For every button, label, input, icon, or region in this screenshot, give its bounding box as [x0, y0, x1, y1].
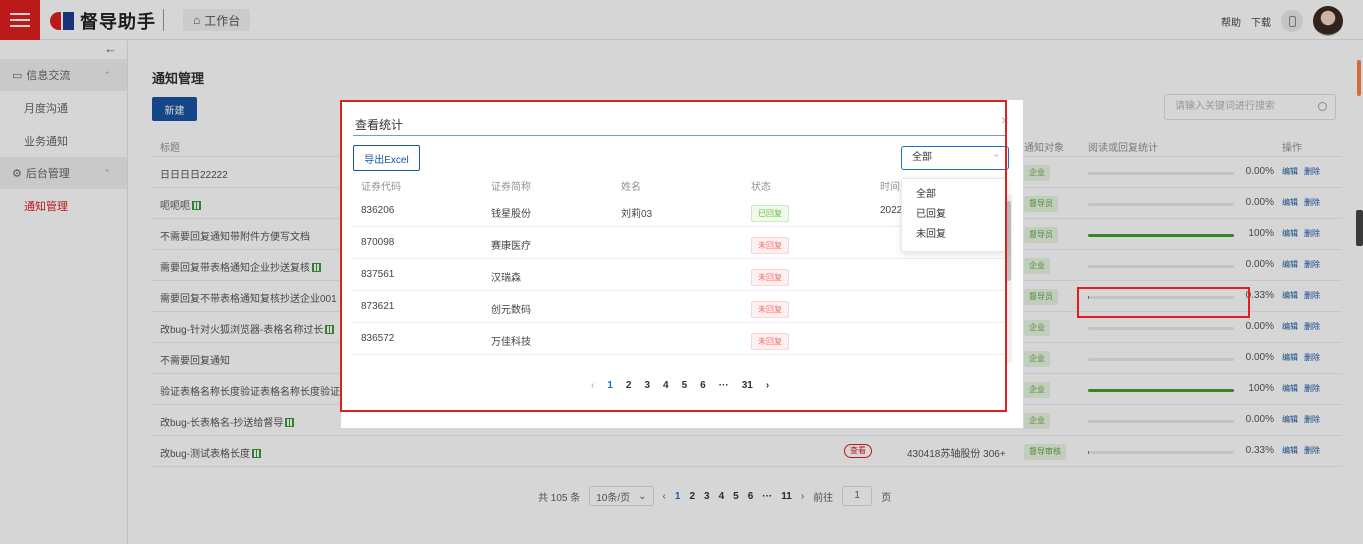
highlight-box-dialog — [340, 100, 1007, 412]
side-widget-handle[interactable] — [1356, 210, 1363, 246]
highlight-box-progress — [1077, 287, 1250, 318]
page-scroll-indicator[interactable] — [1357, 60, 1361, 96]
